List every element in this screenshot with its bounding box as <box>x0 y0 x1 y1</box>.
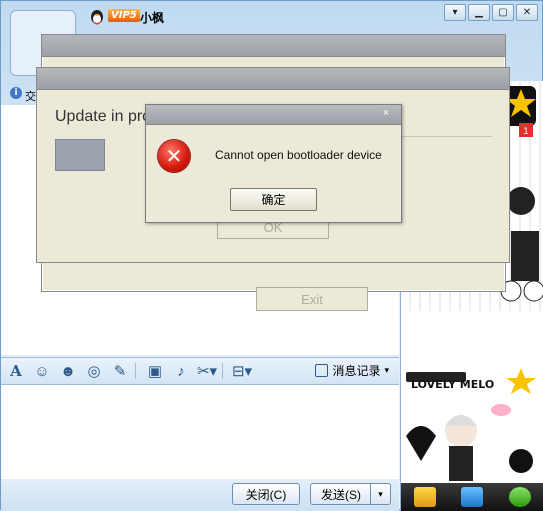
error-dialog: × ✕ Cannot open bootloader device 确定 <box>145 104 402 223</box>
send-label: 发送(S) <box>321 487 361 502</box>
toolbar-divider <box>222 363 223 379</box>
qq-penguin-icon <box>91 10 103 25</box>
font-icon[interactable]: A <box>5 361 27 381</box>
background-dialog-titlebar <box>42 35 505 57</box>
message-history-label: 消息记录 <box>332 364 381 378</box>
close-icon[interactable]: ✕ <box>516 4 538 21</box>
music-icon[interactable]: ♪ <box>170 361 192 381</box>
svg-text:LOVELY MELO: LOVELY MELO <box>411 378 494 391</box>
send-button[interactable]: 发送(S) ▾ <box>310 483 391 505</box>
error-message: Cannot open bootloader device <box>215 148 382 162</box>
send-options-chevron-icon[interactable]: ▾ <box>370 484 390 504</box>
menu-dropdown-icon[interactable]: ▾ <box>444 4 466 21</box>
vip-badge: VIP5 <box>108 9 140 22</box>
info-text: 交 <box>25 91 36 103</box>
input-toolbar: A ☺ ☻ ◎ ✎ ▣ ♪ ✂▾ ⊟▾ 消息记录 ▾ <box>1 357 399 385</box>
minimize-icon[interactable]: ▁ <box>468 4 490 21</box>
clock-icon <box>315 364 329 377</box>
error-dialog-titlebar: × <box>146 105 401 125</box>
info-icon: i <box>10 87 22 99</box>
screenshot-scissors-icon[interactable]: ✂▾ <box>196 361 218 381</box>
magic-face-icon[interactable]: ☻ <box>57 361 79 381</box>
shirt-icon[interactable] <box>461 487 484 507</box>
error-icon: ✕ <box>158 140 190 172</box>
emoticon-icon[interactable]: ☺ <box>31 361 53 381</box>
message-input[interactable] <box>1 385 399 479</box>
chevron-down-icon: ▾ <box>384 365 389 375</box>
edit-icon[interactable]: ✎ <box>109 361 131 381</box>
anime-character-image: LOVELY MELO <box>406 368 536 481</box>
maximize-icon[interactable]: ▢ <box>492 4 514 21</box>
sidebar-badge: 1 <box>523 127 529 137</box>
close-button[interactable]: 关闭(C) <box>232 483 300 505</box>
update-status-text: Update in pro <box>55 108 152 125</box>
sidebar-bottom-icons <box>401 483 543 511</box>
window-controls: ▾ ▁ ▢ ✕ <box>444 4 538 21</box>
message-history-button[interactable]: 消息记录 ▾ <box>315 362 389 379</box>
progress-indicator <box>55 139 105 171</box>
bottom-bar: 关闭(C) 发送(S) ▾ <box>1 479 399 510</box>
contact-nickname: 小枫 <box>140 11 165 25</box>
image-icon[interactable]: ▣ <box>144 361 166 381</box>
close-icon[interactable]: × <box>383 107 389 119</box>
briefcase-icon[interactable]: ⊟▾ <box>231 361 253 381</box>
toolbar-divider <box>135 363 136 379</box>
diamond-icon[interactable] <box>413 487 436 507</box>
update-dialog-titlebar <box>37 68 509 90</box>
exit-button[interactable]: Exit <box>256 287 368 311</box>
vibration-icon[interactable]: ◎ <box>83 361 105 381</box>
ok-button[interactable]: 确定 <box>230 188 317 211</box>
refresh-icon[interactable] <box>509 487 532 507</box>
